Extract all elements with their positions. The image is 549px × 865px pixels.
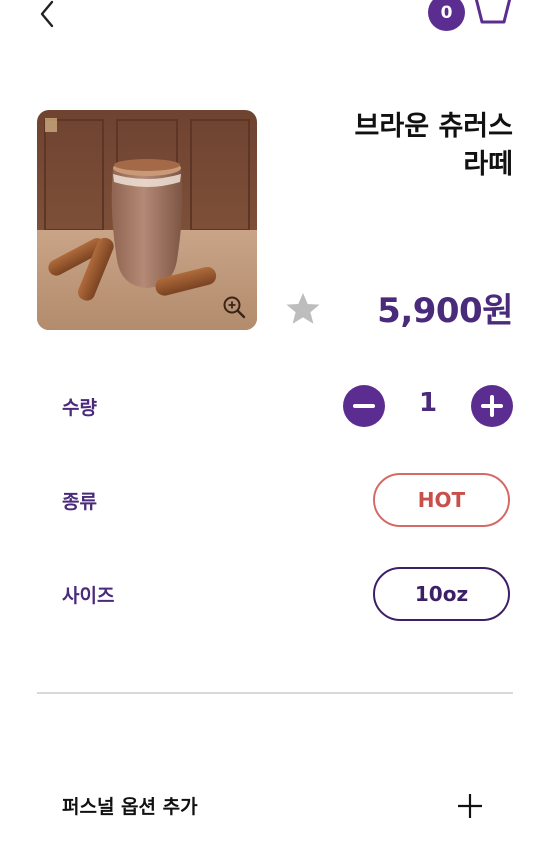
- product-name-line1: 브라운 츄러스: [354, 111, 513, 142]
- basket-icon[interactable]: [470, 0, 516, 28]
- top-bar: 0: [0, 0, 549, 60]
- personal-option-label: 퍼스널 옵션 추가: [62, 796, 198, 818]
- product-name: 브라운 츄러스 라떼: [293, 108, 513, 184]
- size-label: 사이즈: [62, 585, 115, 607]
- quantity-value: 1: [418, 388, 438, 418]
- back-button[interactable]: [30, 0, 64, 34]
- section-divider: [37, 692, 513, 694]
- product-name-line2: 라떼: [463, 149, 513, 180]
- plus-icon[interactable]: [456, 792, 484, 820]
- size-option-button[interactable]: 10oz: [373, 567, 510, 621]
- chevron-left-icon: [40, 0, 54, 28]
- decrease-quantity-button[interactable]: [343, 385, 385, 427]
- zoom-in-icon[interactable]: [221, 294, 247, 320]
- quantity-label: 수량: [62, 397, 97, 419]
- star-icon[interactable]: [284, 290, 322, 328]
- product-price: 5,900원: [377, 291, 513, 331]
- cart-count-badge[interactable]: 0: [428, 0, 465, 31]
- increase-quantity-button[interactable]: [471, 385, 513, 427]
- type-label: 종류: [62, 491, 97, 513]
- product-image[interactable]: [37, 110, 257, 330]
- temperature-option-button[interactable]: HOT: [373, 473, 510, 527]
- personal-option-row[interactable]: 퍼스널 옵션 추가: [0, 770, 549, 840]
